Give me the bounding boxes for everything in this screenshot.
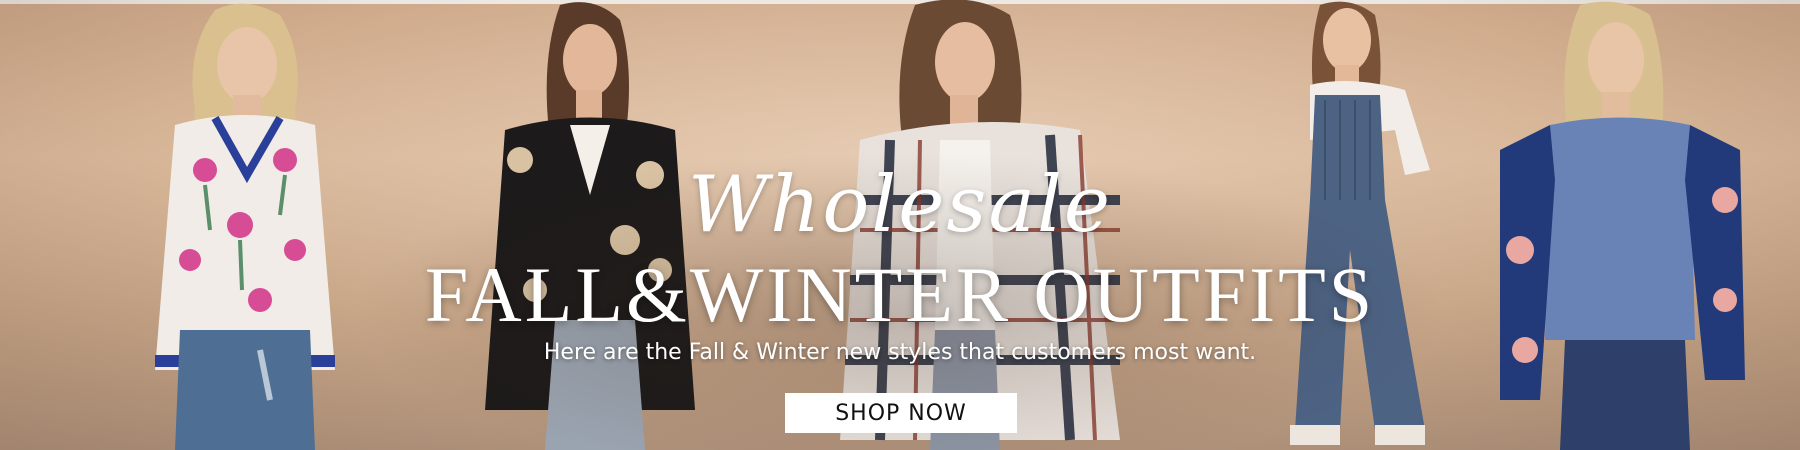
shop-now-button[interactable]: SHOP NOW [785,393,1017,433]
hero-banner[interactable]: Wholesale FALL&WINTER OUTFITS Here are t… [0,0,1800,450]
script-title: Wholesale [687,160,1113,250]
headline: FALL&WINTER OUTFITS [424,251,1376,338]
subheadline: Here are the Fall & Winter new styles th… [543,340,1257,365]
